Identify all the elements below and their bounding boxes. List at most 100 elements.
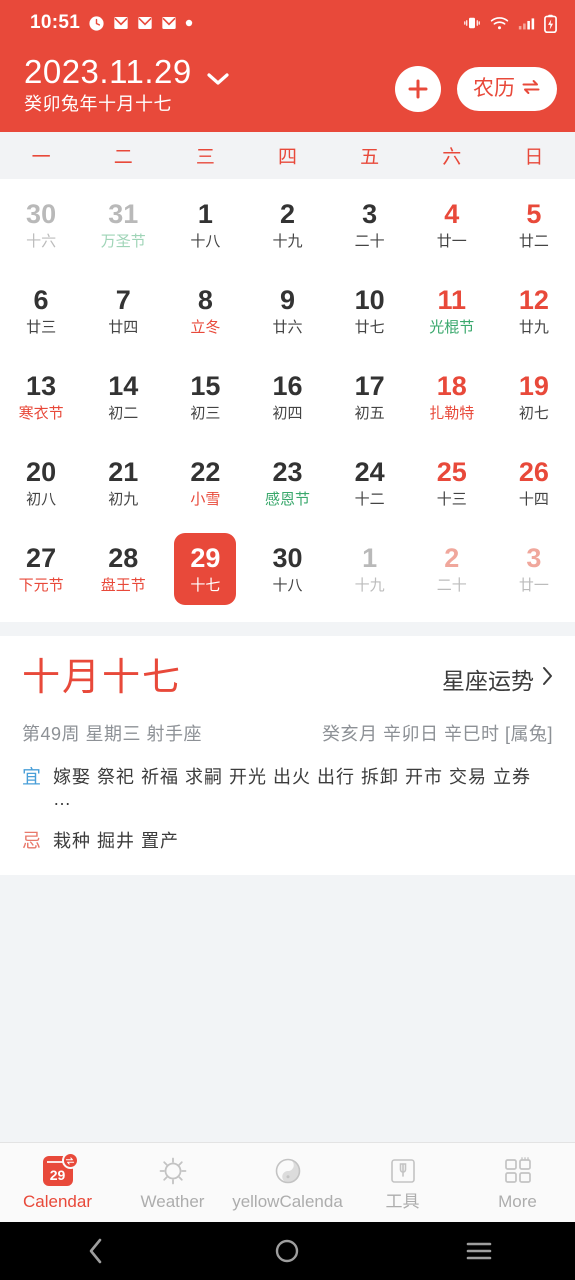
- lunar-day-title: 十月十七: [22, 656, 183, 699]
- day-lunar-label: 初五: [354, 404, 385, 422]
- tab-label: Weather: [140, 1192, 205, 1211]
- calendar-day-cell[interactable]: 6 廿三: [0, 268, 82, 354]
- calendar-day-cell[interactable]: 4 廿一: [411, 182, 493, 268]
- day-lunar-label: 下元节: [18, 576, 64, 594]
- calendar-day-cell[interactable]: 20 初八: [0, 440, 82, 526]
- day-lunar-label: 初二: [108, 404, 139, 422]
- swap-icon: [61, 1152, 79, 1169]
- menu-icon[interactable]: [383, 1240, 575, 1262]
- day-number: 1: [197, 198, 213, 229]
- lunar-toggle-button[interactable]: 农历: [457, 66, 557, 111]
- calendar-day-cell[interactable]: 25 十三: [411, 440, 493, 526]
- calendar-day-cell[interactable]: 3 廿一: [493, 526, 575, 612]
- calendar-day-cell[interactable]: 21 初九: [82, 440, 164, 526]
- calendar-day-cell[interactable]: 23 感恩节: [246, 440, 328, 526]
- empty-content-area: [0, 874, 575, 1142]
- calendar-day-cell[interactable]: 1 十九: [329, 526, 411, 612]
- calendar-day-cell[interactable]: 24 十二: [329, 440, 411, 526]
- day-number: 12: [518, 284, 549, 315]
- calendar-day-selected[interactable]: 29 十七: [164, 526, 246, 612]
- day-number: 25: [436, 456, 467, 487]
- day-lunar-label: 小雪: [190, 490, 221, 508]
- day-lunar-label: 寒衣节: [18, 404, 64, 422]
- day-lunar-label: 光棍节: [429, 318, 475, 336]
- ji-items: 栽种 掘井 置产: [53, 830, 180, 851]
- inauspicious-row[interactable]: 忌 栽种 掘井 置产: [22, 826, 553, 853]
- day-number: 18: [436, 370, 467, 401]
- day-lunar-label: 十二: [354, 490, 385, 508]
- back-icon[interactable]: [0, 1236, 192, 1266]
- day-number: 28: [108, 542, 139, 573]
- header-actions: 农历: [395, 60, 557, 112]
- mail-icon: [113, 15, 129, 31]
- tab-label: More: [498, 1192, 537, 1211]
- day-number: 4: [444, 198, 460, 229]
- calendar-day-cell[interactable]: 9 廿六: [246, 268, 328, 354]
- tab-weather[interactable]: Weather: [115, 1143, 230, 1222]
- calendar-day-cell[interactable]: 11 光棍节: [411, 268, 493, 354]
- calendar-day-cell[interactable]: 22 小雪: [164, 440, 246, 526]
- calendar-day-cell[interactable]: 1 十八: [164, 182, 246, 268]
- yi-tag: 宜: [22, 766, 42, 788]
- calendar-day-cell[interactable]: 26 十四: [493, 440, 575, 526]
- calendar-day-cell[interactable]: 8 立冬: [164, 268, 246, 354]
- yi-items: 嫁娶 祭祀 祈福 求嗣 开光 出火 出行 拆卸 开市 交易 立券 …: [53, 766, 532, 809]
- day-lunar-label: 十六: [26, 232, 57, 250]
- day-lunar-label: 盘王节: [100, 576, 146, 594]
- date-selector[interactable]: 2023.11.29 癸卯兔年十月十七: [24, 53, 230, 118]
- day-number: 14: [108, 370, 139, 401]
- day-lunar-label: 二十: [354, 232, 385, 250]
- calendar-day-cell[interactable]: 27 下元节: [0, 526, 82, 612]
- day-number: 3: [362, 198, 378, 229]
- calendar-day-cell[interactable]: 30 十六: [0, 182, 82, 268]
- date-block: 2023.11.29 癸卯兔年十月十七: [24, 53, 192, 118]
- day-lunar-label: 廿三: [26, 318, 57, 336]
- day-lunar-label: 万圣节: [100, 232, 146, 250]
- plus-icon: [408, 79, 428, 99]
- tab-more[interactable]: More: [460, 1143, 575, 1222]
- day-detail-panel: 十月十七 星座运势 第49周 星期三 射手座 癸亥月 辛卯日 辛巳时 [属兔] …: [0, 635, 575, 875]
- week-weekday-zodiac: 第49周 星期三 射手座: [22, 723, 203, 744]
- calendar-day-cell[interactable]: 10 廿七: [329, 268, 411, 354]
- calendar-day-cell[interactable]: 16 初四: [246, 354, 328, 440]
- day-lunar-label: 立冬: [190, 318, 221, 336]
- auspicious-row[interactable]: 宜 嫁娶 祭祀 祈福 求嗣 开光 出火 出行 拆卸 开市 交易 立券 …: [22, 762, 553, 810]
- day-lunar-label: 廿四: [108, 318, 139, 336]
- weekday-label: 五: [360, 146, 380, 168]
- calendar-day-cell[interactable]: 31 万圣节: [82, 182, 164, 268]
- calendar-day-cell[interactable]: 19 初七: [493, 354, 575, 440]
- weekday-label: 日: [524, 146, 544, 168]
- horoscope-link[interactable]: 星座运势: [442, 662, 553, 696]
- calendar-day-cell[interactable]: 2 十九: [246, 182, 328, 268]
- tab-yellowcalenda[interactable]: yellowCalenda: [230, 1143, 345, 1222]
- calendar-day-cell[interactable]: 3 二十: [329, 182, 411, 268]
- day-number: 10: [354, 284, 385, 315]
- calendar-day-cell[interactable]: 14 初二: [82, 354, 164, 440]
- chevron-down-icon[interactable]: [206, 72, 230, 91]
- day-lunar-label: 廿九: [518, 318, 549, 336]
- calendar-day-cell[interactable]: 2 二十: [411, 526, 493, 612]
- day-lunar-label: 十九: [354, 576, 385, 594]
- calendar-day-cell[interactable]: 28 盘王节: [82, 526, 164, 612]
- tab-工具[interactable]: 工具: [345, 1143, 460, 1222]
- day-lunar-label: 初九: [108, 490, 139, 508]
- tab-calendar[interactable]: 29 Calendar: [0, 1143, 115, 1222]
- calendar-day-cell[interactable]: 30 十八: [246, 526, 328, 612]
- mail-icon: [161, 15, 177, 31]
- calendar-app: 10:51 2023.11.29 癸卯兔年十月十七 农历 一 二 三 四 五 六…: [0, 0, 575, 1280]
- calendar-day-cell[interactable]: 12 廿九: [493, 268, 575, 354]
- calendar-day-cell[interactable]: 13 寒衣节: [0, 354, 82, 440]
- home-circle-icon[interactable]: [192, 1238, 384, 1264]
- tab-label: Calendar: [23, 1192, 92, 1211]
- weekday-label: 二: [113, 146, 133, 168]
- calendar-day-cell[interactable]: 15 初三: [164, 354, 246, 440]
- day-number: 31: [108, 198, 139, 229]
- day-number: 17: [354, 370, 385, 401]
- calendar-day-cell[interactable]: 7 廿四: [82, 268, 164, 354]
- calendar-day-cell[interactable]: 18 扎勒特: [411, 354, 493, 440]
- calendar-day-cell[interactable]: 5 廿二: [493, 182, 575, 268]
- add-event-button[interactable]: [395, 65, 441, 112]
- day-lunar-label: 十九: [272, 232, 303, 250]
- calendar-day-cell[interactable]: 17 初五: [329, 354, 411, 440]
- calendar-icon-day: 29: [49, 1167, 66, 1183]
